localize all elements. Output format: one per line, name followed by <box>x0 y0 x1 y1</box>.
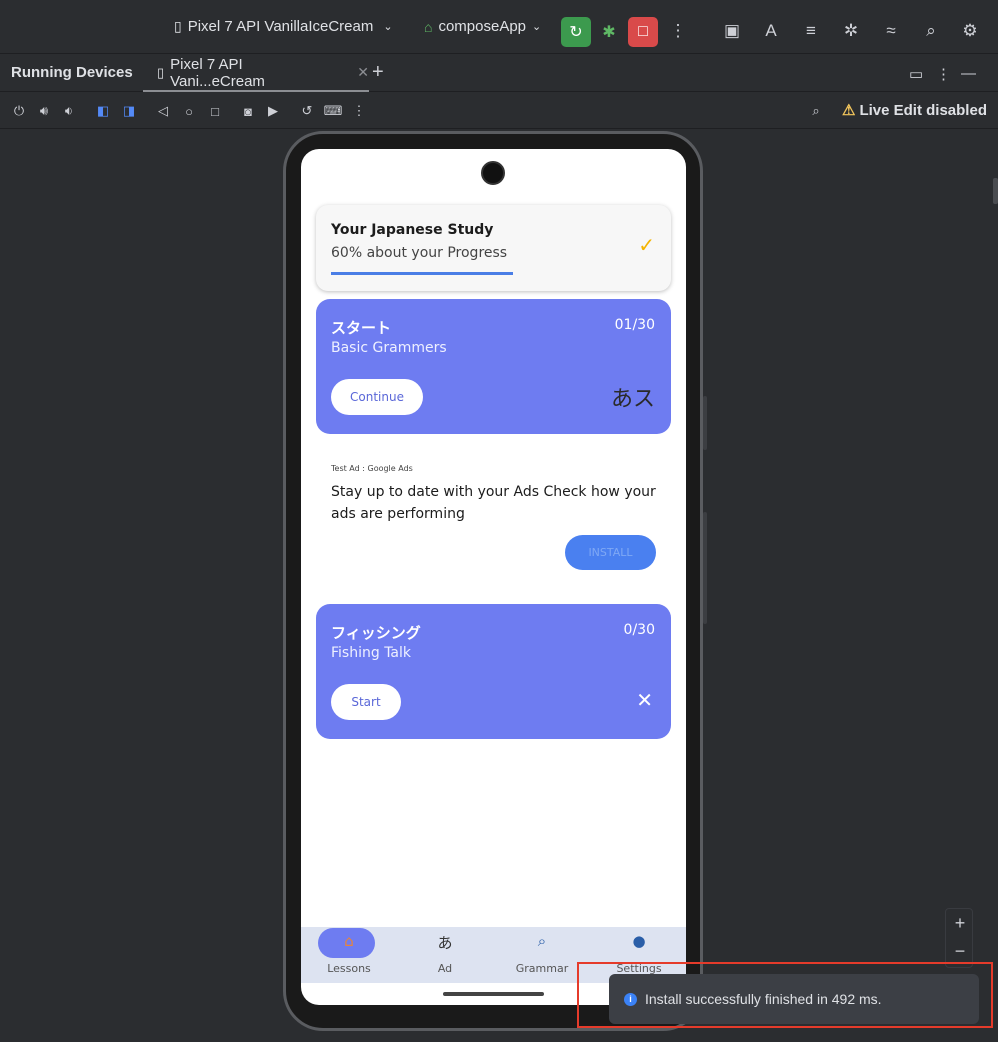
more-icon[interactable]: ⋮ <box>350 102 368 120</box>
install-notification[interactable]: i Install successfully finished in 492 m… <box>609 974 979 1024</box>
device-controls-toolbar: ⏻ 🔊︎ 🔉︎ ◧ ◨ ◁ ○ □ ◙ ▶ ↺ ⌨ ⋮ ⌕ ⚠ Live Edi… <box>0 93 998 129</box>
camera-cutout <box>481 161 505 185</box>
rerun-button[interactable]: ↻ <box>561 17 591 47</box>
device-icon: ▯ <box>157 64 165 80</box>
running-devices-tab-row: Running Devices ▯ Pixel 7 API Vani...eCr… <box>0 55 998 92</box>
hiragana-a-icon: あ <box>437 934 453 952</box>
lesson-count: 0/30 <box>623 622 655 638</box>
check-icon: ✓ <box>638 233 655 257</box>
warning-icon: ⚠ <box>842 102 856 119</box>
nav-label: Ad <box>437 962 453 975</box>
lesson-card-start[interactable]: スタート Basic Grammers 01/30 Continue あス <box>316 299 671 434</box>
info-icon: i <box>624 992 637 1006</box>
back-icon[interactable]: ◁ <box>154 102 172 120</box>
close-icon[interactable]: ✕ <box>357 64 369 81</box>
more-menu-icon[interactable]: ⋮ <box>666 19 690 43</box>
inspect-icon[interactable]: ⌕ <box>807 102 825 120</box>
volume-side-button[interactable] <box>703 512 707 624</box>
progress-title: Your Japanese Study <box>331 222 494 238</box>
continue-button[interactable]: Continue <box>331 379 423 415</box>
ad-banner[interactable]: Test Ad : Google Ads Stay up to date wit… <box>316 459 671 589</box>
zoom-controls: + − <box>945 908 973 968</box>
lesson-card-fishing[interactable]: フィッシング Fishing Talk 0/30 Start ✕ <box>316 604 671 739</box>
settings-gear-icon[interactable]: ⚙ <box>958 19 982 43</box>
search-icon[interactable]: ⌕ <box>919 19 943 43</box>
keyboard-icon[interactable]: ⌨ <box>324 102 343 120</box>
screen-record-icon[interactable]: ▶ <box>264 102 282 120</box>
search-icon: ⌕ <box>537 932 547 950</box>
lesson-title-en: Basic Grammers <box>331 340 447 356</box>
lesson-title-jp: スタート <box>331 319 392 337</box>
progress-subtitle: 60% about your Progress <box>331 245 508 261</box>
gesture-bar[interactable] <box>443 992 544 996</box>
device-manager-icon[interactable]: ▣ <box>720 19 744 43</box>
logcat-icon[interactable]: ≡ <box>799 19 823 43</box>
device-tab[interactable]: ▯ Pixel 7 API Vani...eCream ✕ <box>143 55 369 92</box>
power-icon[interactable]: ⏻ <box>10 102 28 120</box>
power-side-button[interactable] <box>703 396 707 450</box>
android-icon: ⌂ <box>424 18 433 35</box>
maximize-icon[interactable]: ▭ <box>909 65 923 83</box>
menu-bar-strip <box>0 0 998 7</box>
lesson-title-en: Fishing Talk <box>331 645 412 661</box>
notification-message: Install successfully finished in 492 ms. <box>645 991 882 1007</box>
rerun-icon: ↻ <box>569 24 583 41</box>
debug-tool-icon[interactable]: ✲ <box>839 19 863 43</box>
volume-up-icon[interactable]: 🔊︎ <box>35 102 53 120</box>
close-icon[interactable]: ✕ <box>636 688 653 712</box>
translate-icon[interactable]: A <box>759 19 783 43</box>
panel-title: Running Devices <box>11 64 133 81</box>
start-button[interactable]: Start <box>331 684 401 720</box>
home-icon: ⌂ <box>344 932 354 950</box>
chevron-down-icon: ⌄ <box>383 21 393 33</box>
volume-down-icon[interactable]: 🔉︎ <box>60 102 78 120</box>
overview-icon[interactable]: □ <box>206 102 224 120</box>
options-icon[interactable]: ⋮ <box>936 65 951 83</box>
screenshot-icon[interactable]: ◙ <box>239 102 257 120</box>
device-selector-label: Pixel 7 API VanillaIceCream <box>187 18 374 35</box>
minimize-icon[interactable]: — <box>961 65 976 82</box>
stop-button[interactable]: □ <box>628 17 658 47</box>
nav-grammar[interactable]: ⌕ Grammar <box>494 927 590 983</box>
scrollbar[interactable] <box>993 178 998 204</box>
lesson-mark: あス <box>610 387 655 412</box>
device-selector[interactable]: ▯ Pixel 7 API VanillaIceCream ⌄ <box>174 18 393 35</box>
live-edit-label: Live Edit disabled <box>859 101 987 119</box>
device-icon: ▯ <box>174 18 182 34</box>
main-toolbar: ▯ Pixel 7 API VanillaIceCream ⌄ ⌂ compos… <box>0 0 998 54</box>
home-icon[interactable]: ○ <box>180 102 198 120</box>
nav-label: Grammar <box>515 962 569 975</box>
nav-lessons[interactable]: ⌂ Lessons <box>301 927 397 983</box>
sync-icon[interactable]: ≈ <box>879 19 903 43</box>
zoom-in-icon[interactable]: + <box>946 909 974 937</box>
rotate-left-icon[interactable]: ◧ <box>94 102 112 120</box>
reset-icon[interactable]: ↺ <box>298 102 316 120</box>
install-button[interactable]: INSTALL <box>565 535 656 570</box>
progress-card[interactable]: Your Japanese Study 60% about your Progr… <box>316 205 671 291</box>
device-tab-label: Pixel 7 API Vani...eCream <box>170 55 265 90</box>
bug-icon: ✱ <box>602 24 616 41</box>
live-edit-status[interactable]: ⚠ Live Edit disabled <box>842 101 987 120</box>
stop-icon: □ <box>638 23 648 40</box>
ad-label: Test Ad : Google Ads <box>331 464 413 473</box>
person-icon: ● <box>632 932 646 950</box>
chevron-down-icon: ⌄ <box>532 21 542 33</box>
add-tab-icon[interactable]: + <box>372 61 384 84</box>
progress-bar <box>331 272 513 275</box>
lesson-count: 01/30 <box>614 317 655 333</box>
zoom-out-icon[interactable]: − <box>946 937 974 965</box>
debug-button[interactable]: ✱ <box>594 17 624 47</box>
nav-label: Lessons <box>327 962 371 975</box>
nav-ad[interactable]: あ Ad <box>397 927 493 983</box>
phone-screen[interactable]: Your Japanese Study 60% about your Progr… <box>301 149 686 1005</box>
lesson-title-jp: フィッシング <box>331 624 421 642</box>
run-config-selector[interactable]: ⌂ composeApp ⌄ <box>424 18 541 35</box>
ad-text: Stay up to date with your Ads Check how … <box>331 484 656 522</box>
rotate-right-icon[interactable]: ◨ <box>120 102 138 120</box>
run-config-label: composeApp <box>438 18 527 35</box>
